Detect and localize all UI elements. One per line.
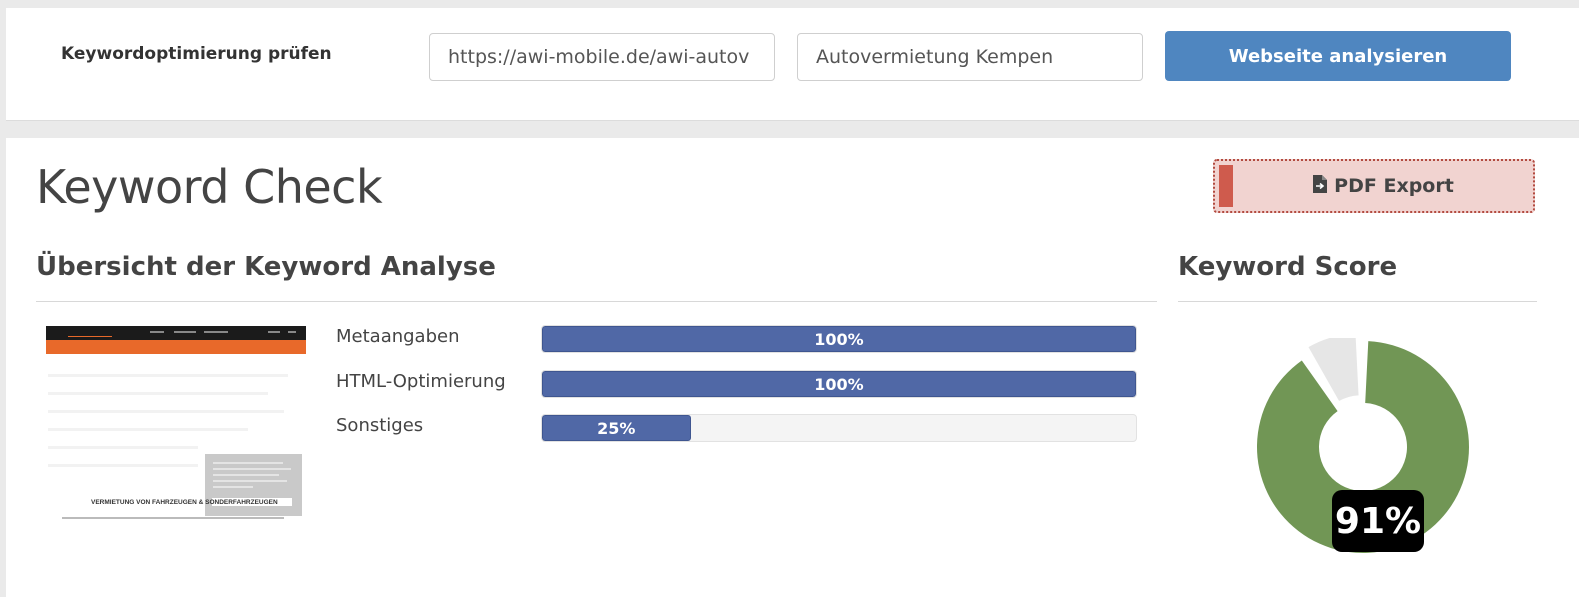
thumbnail-faint-line xyxy=(48,446,198,449)
page-title: Keyword Check xyxy=(36,160,383,214)
progress-fill: 100% xyxy=(542,371,1136,397)
pdf-button-label: PDF Export xyxy=(1334,175,1454,197)
keyword-input[interactable]: Autovermietung Kempen xyxy=(797,33,1143,81)
thumbnail-nav-link xyxy=(174,331,196,333)
thumbnail-faint-line xyxy=(48,428,248,431)
bar-label-metaangaben: Metaangaben xyxy=(336,326,460,347)
top-toolbar: Keywordoptimierung prüfen https://awi-mo… xyxy=(6,8,1579,121)
score-divider xyxy=(1178,301,1537,302)
pdf-button-stripe xyxy=(1219,165,1233,207)
pdf-button-content: PDF Export xyxy=(1233,161,1533,211)
pdf-export-button[interactable]: PDF Export xyxy=(1213,159,1535,213)
thumbnail-nav-link xyxy=(268,331,280,333)
analyze-button[interactable]: Webseite analysieren xyxy=(1165,31,1511,81)
thumbnail-faint-line xyxy=(48,374,288,377)
overview-heading: Übersicht der Keyword Analyse xyxy=(36,252,496,282)
bar-label-sonstiges: Sonstiges xyxy=(336,415,424,436)
keyword-score-value: 91% xyxy=(1332,490,1424,552)
url-input[interactable]: https://awi-mobile.de/awi-autov xyxy=(429,33,775,81)
main-panel: Keyword Check PDF Export Übersicht der K… xyxy=(6,138,1579,597)
thumbnail-contact-box xyxy=(205,454,302,516)
overview-divider xyxy=(36,301,1157,302)
thumbnail-faint-line xyxy=(48,410,284,413)
website-screenshot-thumbnail: VERMIETUNG VON FAHRZEUGEN & SONDERFAHRZE… xyxy=(46,326,306,526)
progress-bar-metaangaben: 100% xyxy=(541,325,1137,353)
progress-fill: 25% xyxy=(542,415,691,441)
thumbnail-orange-bar xyxy=(46,340,306,354)
thumbnail-caption: VERMIETUNG VON FAHRZEUGEN & SONDERFAHRZE… xyxy=(91,499,278,506)
progress-bar-html-optimierung: 100% xyxy=(541,370,1137,398)
thumbnail-nav-link xyxy=(288,331,296,333)
thumbnail-nav-link xyxy=(150,331,164,333)
thumbnail-logo xyxy=(68,328,112,337)
progress-fill: 100% xyxy=(542,326,1136,352)
bar-label-html-optimierung: HTML-Optimierung xyxy=(336,371,506,392)
progress-bar-sonstiges: 25% xyxy=(541,414,1137,442)
thumbnail-subline xyxy=(62,517,284,519)
score-heading: Keyword Score xyxy=(1178,252,1398,282)
thumbnail-faint-line xyxy=(48,464,198,467)
toolbar-title: Keywordoptimierung prüfen xyxy=(61,44,332,64)
file-export-icon xyxy=(1312,174,1328,199)
thumbnail-faint-line xyxy=(48,392,268,395)
thumbnail-nav-link xyxy=(204,331,228,333)
